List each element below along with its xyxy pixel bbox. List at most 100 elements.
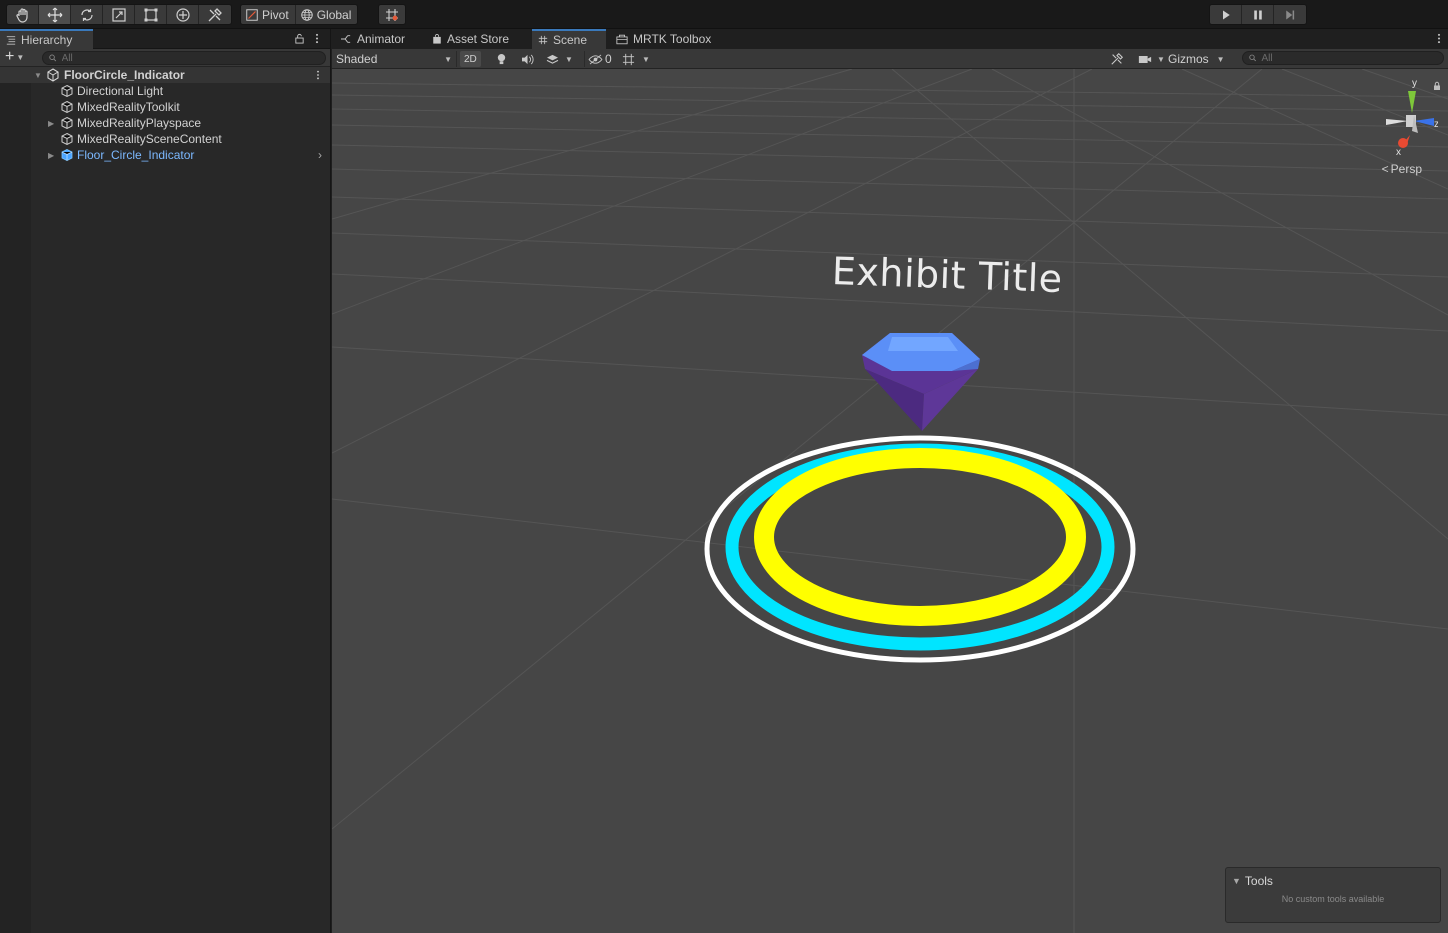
collapse-arrow-icon: ▼ [1232,876,1241,886]
projection-toggle[interactable]: < Persp [1382,162,1422,176]
tab-label: Animator [357,32,406,46]
tools-overlay-message: No custom tools available [1281,894,1385,904]
gizmo-lock-icon[interactable] [1432,81,1442,91]
orientation-gizmo[interactable]: y z x [1358,75,1438,175]
expand-arrow-icon[interactable]: ▼ [34,71,42,80]
camera-dropdown[interactable]: ▼ [1138,51,1165,67]
exhibit-title-text[interactable]: Exhibit Title [831,249,1063,301]
scene-kebab-icon[interactable] [316,70,320,80]
scene-search[interactable] [1242,51,1444,65]
lock-icon[interactable] [294,33,305,44]
create-dropdown[interactable]: + ▼ [5,48,25,65]
shading-mode-dropdown[interactable]: Shaded ▼ [336,51,452,67]
chevron-down-icon: ▼ [16,52,25,62]
lighting-toggle[interactable] [496,51,507,67]
projection-label: Persp [1390,162,1422,176]
scene-panel: Animator Asset Store Scene MRTK Toolbox … [332,29,1448,933]
scene-search-input[interactable] [1261,52,1443,64]
2d-toggle[interactable]: 2D [460,51,481,67]
pivot-toggle[interactable]: Pivot [241,5,296,24]
hierarchy-item-mixedrealityplayspace[interactable]: ▶ MixedRealityPlayspace [0,115,330,131]
scene-grid [332,69,1448,933]
audio-toggle[interactable] [521,51,534,67]
tools-overlay-title: Tools [1244,874,1273,888]
axis-label-z: z [1434,119,1438,130]
gem-model[interactable] [862,333,980,431]
tools-overlay: ▼ Tools No custom tools available [1225,867,1441,923]
expand-arrow-icon[interactable]: ▶ [48,151,56,160]
layers-effects-icon [546,54,559,64]
scene-row[interactable]: ▼ FloorCircle_Indicator [0,67,330,83]
pivot-global-group: Pivot Global [240,4,359,25]
grid-dropdown[interactable]: ▼ [622,51,650,67]
chevron-down-icon: ▼ [1157,54,1165,64]
hand-icon [15,7,28,23]
tab-mrtk-toolbox[interactable]: MRTK Toolbox [610,29,717,49]
effects-dropdown[interactable]: ▼ [546,51,573,67]
step-button[interactable] [1274,5,1306,24]
hierarchy-item-label: Directional Light [77,84,164,98]
play-button[interactable] [1210,5,1242,24]
hierarchy-item-directional-light[interactable]: Directional Light [0,83,330,99]
tab-asset-store[interactable]: Asset Store [426,29,515,49]
eye-slash-icon [588,54,603,64]
hierarchy-tabbar: Hierarchy [0,29,330,49]
scene-kebab-menu-icon[interactable] [1437,33,1441,44]
rotate-tool-button[interactable] [71,5,103,24]
hierarchy-search[interactable] [42,51,326,65]
tab-label: Scene [553,33,588,47]
hand-tool-button[interactable] [7,5,39,24]
shopping-bag-icon [433,34,441,44]
animator-icon [341,35,351,43]
transform-icon [175,7,190,22]
main-toolbar: Pivot Global [0,0,1448,29]
global-label: Global [316,7,352,22]
global-toggle[interactable]: Global [296,5,358,24]
expand-arrow-icon[interactable]: ▶ [48,119,56,128]
2d-label: 2D [460,51,481,67]
axis-label-y: y [1412,78,1417,89]
gameobject-cube-icon [61,132,73,146]
chevron-right-icon[interactable]: › [318,148,322,162]
gameobject-cube-icon [61,84,73,98]
tab-label: MRTK Toolbox [633,32,712,46]
rect-transform-icon [144,8,157,21]
pivot-label: Pivot [262,7,289,22]
transform-tool-button[interactable] [167,5,199,24]
globe-icon [300,8,313,21]
tab-hierarchy[interactable]: Hierarchy [0,29,93,49]
shading-mode-label: Shaded [336,52,378,66]
hierarchy-gutter [0,67,31,933]
chevron-down-icon: ▼ [565,54,573,64]
tools-overlay-header[interactable]: ▼ Tools [1232,874,1273,888]
hierarchy-item-floor-circle-indicator[interactable]: ▶ Floor_Circle_Indicator › [0,147,330,163]
scene-tools-button[interactable] [1110,51,1124,67]
scene-viewport[interactable]: Exhibit Title y z x < Persp ▼ Tools No c… [332,69,1448,933]
scale-icon [111,7,126,22]
hidden-objects-toggle[interactable]: 0 [588,51,612,67]
grid-snap-icon [386,8,398,21]
hierarchy-panel: Hierarchy + ▼ ▼ FloorCircle_Indicator Di… [0,29,331,933]
scene-toolbar: Shaded ▼ 2D ▼ 0 ▼ ▼ Gizmos ▼ All [332,49,1448,69]
pause-button[interactable] [1242,5,1274,24]
hierarchy-toolbar: + ▼ [0,49,330,67]
plus-icon: + [5,48,15,65]
rect-tool-button[interactable] [135,5,167,24]
move-tool-button[interactable] [39,5,71,24]
hierarchy-item-label: Floor_Circle_Indicator [77,148,195,162]
gizmos-dropdown[interactable]: Gizmos ▼ [1168,51,1225,67]
pivot-icon [246,8,258,21]
hierarchy-item-mixedrealityscenecontent[interactable]: MixedRealitySceneContent [0,131,330,147]
play-icon [1222,10,1230,19]
unity-scene-icon [47,68,59,82]
hierarchy-item-mixedrealitytoolkit[interactable]: MixedRealityToolkit [0,99,330,115]
kebab-menu-icon[interactable] [315,33,319,44]
tab-scene[interactable]: Scene [532,29,606,49]
scale-tool-button[interactable] [103,5,135,24]
list-icon [6,36,16,45]
grid-snap-button[interactable] [379,5,405,24]
hierarchy-search-input[interactable] [61,52,325,64]
tab-animator[interactable]: Animator [334,29,411,49]
custom-tool-button[interactable] [199,5,231,24]
chevron-down-icon: ▼ [642,54,650,64]
